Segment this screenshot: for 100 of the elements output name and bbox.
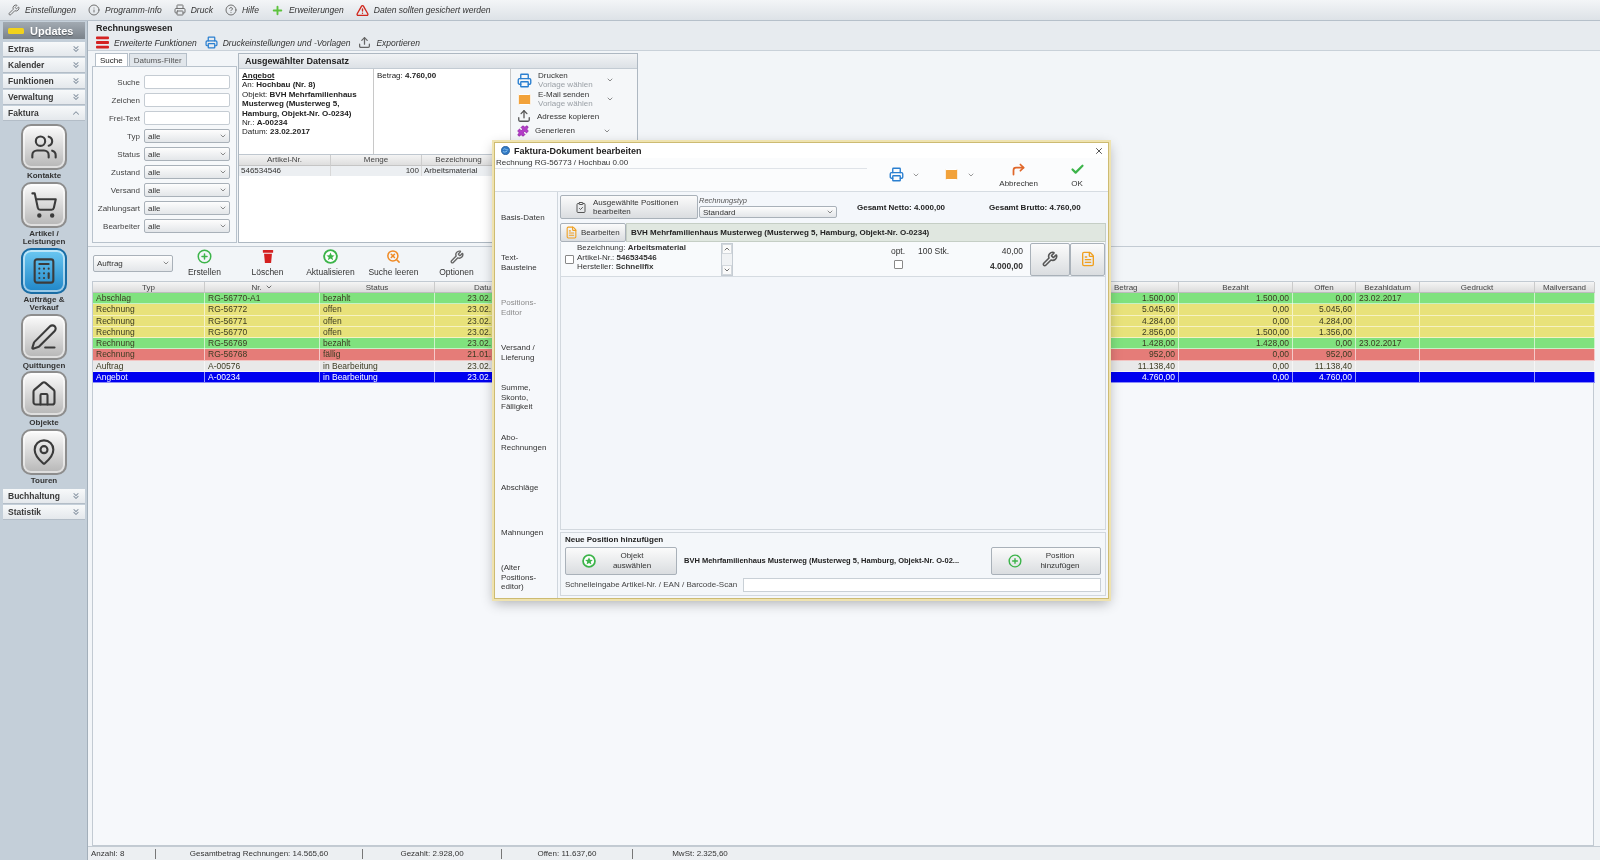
dropdown[interactable]: alle xyxy=(144,129,230,143)
tab[interactable]: Datums-Filter xyxy=(128,53,187,66)
edit-positions-button[interactable]: Ausgewählte Positionen bearbeiten xyxy=(560,195,698,219)
email-button[interactable] xyxy=(944,167,976,182)
toolbar-button[interactable]: Aktualisieren xyxy=(299,249,362,277)
panel-title: Ausgewählter Datensatz xyxy=(239,54,637,69)
dropdown[interactable]: alle xyxy=(144,219,230,233)
column-header[interactable]: Gedruckt xyxy=(1420,282,1535,293)
column-header[interactable]: Offen xyxy=(1293,282,1356,293)
table-cell-text: 2.856,00 xyxy=(1140,326,1176,338)
nav-item[interactable]: Basis-Daten xyxy=(495,195,547,240)
table-cell-text: 952,00 xyxy=(1325,349,1353,360)
table-row[interactable]: 5.045,60 0,00 5.045,60 xyxy=(1111,304,1595,316)
input-field[interactable] xyxy=(144,75,230,89)
column-header[interactable]: Status xyxy=(320,282,435,293)
nav-item[interactable]: (Alter Positions-editor) xyxy=(495,555,547,600)
column-header[interactable]: Typ xyxy=(93,282,205,293)
column-header[interactable]: Artikel-Nr. xyxy=(239,155,331,166)
table-row[interactable]: 11.138,40 0,00 11.138,40 xyxy=(1111,360,1595,372)
table-row[interactable]: Rechnung RG-56772 offen 23.02. xyxy=(93,304,495,316)
column-header[interactable]: Nr. xyxy=(205,282,320,293)
sidebar-item[interactable]: Aufträge & Verkauf xyxy=(5,247,83,313)
action-button[interactable]: E-Mail senden Vorlage wählen xyxy=(517,90,633,108)
dropdown[interactable]: alle xyxy=(144,201,230,215)
upload-icon xyxy=(517,109,531,123)
menu-item[interactable]: Hilfe xyxy=(220,4,263,16)
sidebar-item[interactable]: Kontakte xyxy=(5,124,83,181)
column-header[interactable]: Menge xyxy=(331,155,422,166)
menu-item[interactable]: Erweiterungen xyxy=(266,3,348,17)
sidebar-section[interactable]: Extras xyxy=(3,42,85,57)
sidebar-section[interactable]: Statistik xyxy=(3,505,85,520)
quantity-text: 100 Stk. xyxy=(918,246,950,256)
checkbox[interactable] xyxy=(893,260,903,269)
input-field[interactable] xyxy=(743,577,1101,592)
scrollbar[interactable] xyxy=(721,242,733,276)
menu-item[interactable]: Daten sollten gesichert werden xyxy=(351,3,495,17)
select-object-button[interactable]: Objekt auswählen xyxy=(565,546,677,575)
action-button[interactable]: Drucken Vorlage wählen xyxy=(517,71,633,89)
sidebar-item[interactable]: Objekte xyxy=(5,371,83,428)
tab[interactable]: Suche xyxy=(95,53,128,66)
checkbox[interactable] xyxy=(564,254,574,264)
table-row[interactable]: Rechnung RG-56771 offen 23.02. xyxy=(93,315,495,327)
table-row[interactable]: 952,00 0,00 952,00 xyxy=(1111,349,1595,361)
position-detail: Bezeichnung: Arbeitsmaterial xyxy=(577,243,687,253)
toolbar-button[interactable]: Erstellen xyxy=(173,249,236,277)
dropdown[interactable]: alle xyxy=(144,147,230,161)
sidebar-section[interactable]: Verwaltung xyxy=(3,90,85,105)
wrench-icon xyxy=(8,4,20,16)
menu-item[interactable]: Druck xyxy=(169,4,217,16)
toolbar-button[interactable]: Suche leeren xyxy=(362,249,425,277)
puzzle-icon xyxy=(517,124,529,137)
table-cell-text: Rechnung xyxy=(95,349,136,360)
add-position-button[interactable]: Position hinzufügen xyxy=(991,546,1101,575)
ok-button[interactable]: OK xyxy=(1062,161,1092,188)
warning-icon xyxy=(355,3,369,17)
action-button[interactable]: Generieren xyxy=(517,124,633,137)
nav-item[interactable]: Abschläge xyxy=(495,465,547,510)
table-row[interactable]: 1.500,00 1.500,00 0,00 23.02.2017 xyxy=(1111,293,1595,305)
nav-item[interactable]: Abo-Rechnungen xyxy=(495,420,547,465)
toolbar-item[interactable]: Druckeinstellungen und -Vorlagen xyxy=(202,36,353,49)
wrench-button[interactable] xyxy=(1030,242,1070,276)
table-cell-text: A-00576 xyxy=(207,360,242,371)
dropdown[interactable]: alle xyxy=(144,165,230,179)
edit-button[interactable]: Bearbeiten xyxy=(560,223,626,242)
table-row[interactable]: 4.284,00 0,00 4.284,00 xyxy=(1111,315,1595,327)
toolbar-button[interactable]: Optionen xyxy=(425,249,488,277)
table-row[interactable]: 1.428,00 1.428,00 0,00 23.02.2017 xyxy=(1111,338,1595,350)
chevron-down-icon xyxy=(219,186,227,194)
menu-item[interactable]: Programm-Info xyxy=(84,4,166,16)
table-row[interactable]: Rechnung RG-56768 fällig 21.01. xyxy=(93,349,495,361)
toolbar-button[interactable]: Löschen xyxy=(236,249,299,277)
table-cell-text: 4.284,00 xyxy=(1140,315,1176,326)
column-header[interactable]: Bezahlt xyxy=(1179,282,1293,293)
input-field[interactable] xyxy=(144,111,230,125)
sidebar-section[interactable]: Kalender xyxy=(3,58,85,73)
sidebar-section[interactable]: Buchhaltung xyxy=(3,489,85,504)
help-icon xyxy=(224,4,237,16)
cancel-button[interactable]: Abbrechen xyxy=(999,161,1038,188)
nav-item[interactable]: Versand / Lieferung xyxy=(495,330,547,375)
dropdown[interactable]: Standard xyxy=(699,206,837,218)
dropdown[interactable]: alle xyxy=(144,183,230,197)
toolbar-item[interactable]: Exportieren xyxy=(356,36,422,49)
nav-item[interactable]: Summe, Skonto, Fälligkeit xyxy=(495,375,547,420)
dialog-title: Faktura-Dokument bearbeiten xyxy=(514,145,643,156)
dropdown[interactable]: Auftrag xyxy=(93,254,173,272)
table-cell-text: 952,00 xyxy=(1148,349,1176,360)
table-row[interactable]: Auftrag A-00576 in Bearbeitung 23.02. xyxy=(93,360,495,372)
field-label: Schnelleingabe Artikel-Nr. / EAN / Barcode-Scan xyxy=(565,580,738,589)
action-button[interactable]: Adresse kopieren xyxy=(517,109,633,123)
toolbar-item[interactable]: Erweiterte Funktionen xyxy=(94,36,199,49)
menu-item[interactable]: Einstellungen xyxy=(4,4,81,16)
sidebar-item[interactable]: Touren xyxy=(5,428,83,485)
nav-item[interactable]: Text-Bausteine xyxy=(495,240,547,285)
nav-item[interactable]: Mahnungen xyxy=(495,510,547,555)
input-field[interactable] xyxy=(144,93,230,107)
sidebar-item[interactable]: Artikel / Leistungen xyxy=(5,181,83,247)
sidebar-section[interactable]: Faktura xyxy=(3,106,85,121)
print-button[interactable] xyxy=(889,167,921,182)
sidebar-section[interactable]: Funktionen xyxy=(3,74,85,89)
sidebar-item[interactable]: Quittungen xyxy=(5,313,83,370)
